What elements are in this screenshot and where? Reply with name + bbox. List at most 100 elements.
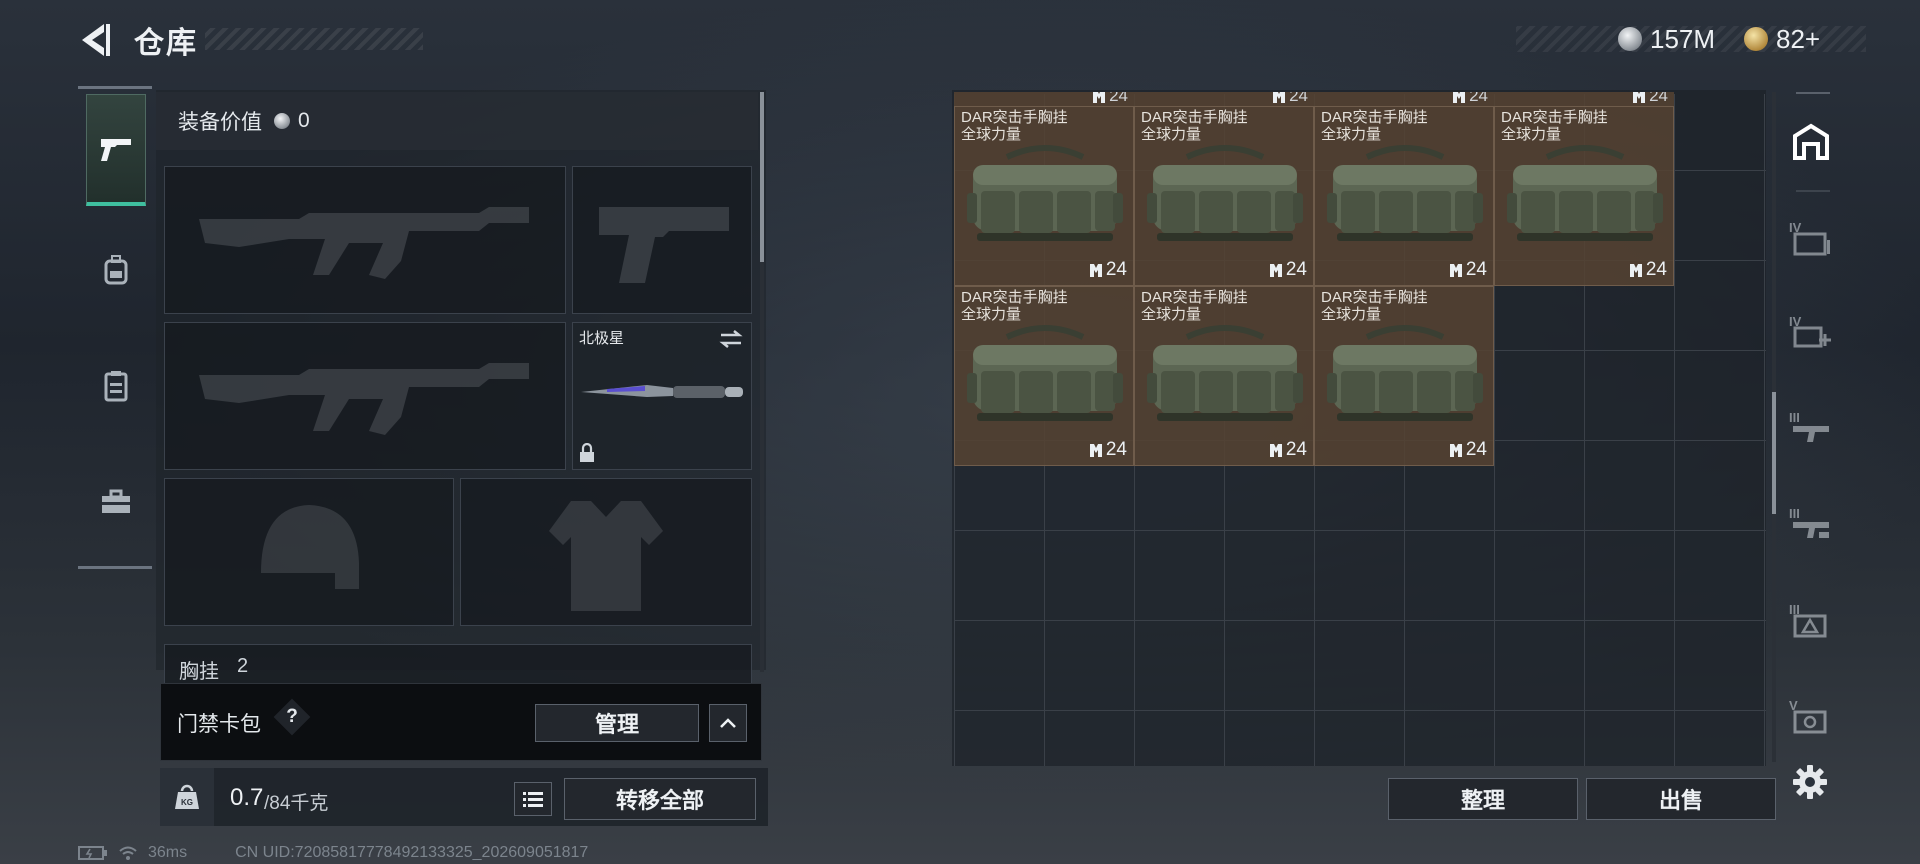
transfer-all-button[interactable]: 转移全部 (564, 778, 756, 820)
chest-rig-bag-image (1327, 325, 1483, 421)
durability-icon (1449, 264, 1462, 277)
page-title: 仓库 (134, 27, 198, 60)
list-view-button[interactable] (514, 782, 552, 816)
item-subtitle: 全球力量 (1501, 126, 1562, 143)
item-count-value: 24 (1649, 92, 1668, 105)
swap-icon[interactable] (719, 329, 743, 349)
tab-container-v[interactable]: V (1784, 670, 1838, 762)
pistol-silhouette-icon (599, 207, 729, 283)
item-count: 24 (1089, 259, 1127, 281)
inventory-item-card[interactable]: DAR突击手胸挂 全球力量 24 (1314, 286, 1494, 466)
melee-weapon-name: 北极星 (579, 330, 625, 347)
inventory-item-card-partial[interactable]: 24 (1134, 92, 1314, 106)
primary-weapon-slot-2[interactable] (164, 322, 566, 470)
chest-rig-bag-image (967, 325, 1123, 421)
chest-rig-section[interactable]: 胸挂 2 (164, 644, 752, 684)
chest-rig-count: 2 (237, 655, 249, 677)
inventory-scrollbar-thumb[interactable] (1772, 392, 1776, 514)
backpack-icon (104, 255, 128, 285)
item-count-value: 24 (1285, 439, 1307, 460)
inventory-item-card[interactable]: DAR突击手胸挂 全球力量 24 (1314, 106, 1494, 286)
ammo-case-icon: III (1789, 602, 1827, 638)
armor-silhouette-icon (549, 501, 663, 611)
weight-current: 0.7 (230, 784, 264, 811)
manage-button[interactable]: 管理 (535, 704, 699, 742)
equipment-value-label: 装备价值 (178, 111, 262, 134)
durability-icon (1273, 92, 1286, 103)
helmet-silhouette-icon (261, 505, 359, 589)
item-count: 24 (1629, 259, 1667, 281)
item-count: 24 (1269, 259, 1307, 281)
helmet-slot[interactable] (164, 478, 454, 626)
melee-slot[interactable]: 北极星 (572, 322, 752, 470)
sell-button[interactable]: 出售 (1586, 778, 1776, 820)
item-count-value: 24 (1469, 92, 1488, 105)
svg-text:III: III (1789, 410, 1800, 425)
tab-container-iii-b[interactable]: III (1784, 478, 1838, 570)
rail-tab-weapons[interactable] (86, 94, 146, 206)
tab-container-iii-c[interactable]: III (1784, 574, 1838, 666)
weight-max: /84千克 (264, 793, 329, 814)
item-count-value: 24 (1105, 259, 1127, 280)
sell-button-label: 出售 (1658, 788, 1703, 813)
settings-button[interactable] (1790, 762, 1830, 802)
durability-icon (1633, 92, 1646, 103)
item-subtitle: 全球力量 (1321, 126, 1382, 143)
equipment-value-row: 装备价值 0 (156, 92, 758, 150)
battery-icon (78, 846, 107, 860)
gold-currency[interactable]: 82+ (1744, 20, 1820, 58)
chest-rig-label: 胸挂 (179, 661, 219, 683)
item-name: DAR突击手胸挂 (961, 289, 1068, 306)
inventory-item-card[interactable]: DAR突击手胸挂 全球力量 24 (954, 286, 1134, 466)
item-name: DAR突击手胸挂 (1321, 109, 1428, 126)
tab-warehouse[interactable] (1784, 96, 1838, 188)
list-icon (523, 792, 543, 807)
inventory-item-card[interactable]: DAR突击手胸挂 全球力量 24 (954, 106, 1134, 286)
gold-coin-icon (1744, 27, 1768, 51)
ping-value: 36ms (148, 844, 188, 861)
item-count: 24 (1272, 92, 1308, 106)
vest-icon (104, 371, 128, 402)
tab-container-iv-b[interactable]: IV (1784, 286, 1838, 378)
item-count-value: 24 (1289, 92, 1308, 105)
item-subtitle: 全球力量 (1141, 126, 1202, 143)
sort-button[interactable]: 整理 (1388, 778, 1578, 820)
chest-rig-bag-image (1507, 145, 1663, 241)
equipment-scrollbar-thumb[interactable] (760, 92, 764, 262)
inventory-item-card[interactable]: DAR突击手胸挂 全球力量 24 (1494, 106, 1674, 286)
rail-tab-backpack[interactable] (86, 214, 146, 326)
primary-weapon-slot-1[interactable] (164, 166, 566, 314)
warehouse-icon (1793, 123, 1829, 160)
rail-tab-toolbox[interactable] (86, 446, 146, 558)
silver-currency[interactable]: 157M (1618, 20, 1715, 58)
armor-slot[interactable] (460, 478, 752, 626)
help-label: ? (286, 706, 298, 727)
weight-badge: KG (160, 768, 214, 826)
safe-case-icon: V (1789, 698, 1827, 734)
inventory-item-card[interactable]: DAR突击手胸挂 全球力量 24 (1134, 106, 1314, 286)
tab-container-iv-a[interactable]: IV (1784, 192, 1838, 284)
inventory-item-card-partial[interactable]: 24 (1314, 92, 1494, 106)
tab-container-iii-a[interactable]: III (1784, 382, 1838, 474)
wifi-icon (119, 846, 137, 860)
medical-container-icon: IV (1789, 314, 1831, 348)
expand-button[interactable] (709, 704, 747, 742)
back-arrow-icon[interactable] (76, 20, 112, 60)
item-count-value: 24 (1465, 439, 1487, 460)
pistol-slot[interactable] (572, 166, 752, 314)
weight-bar: KG 0.7 /84千克 转移全部 (160, 768, 768, 826)
rail-divider-bottom (78, 566, 152, 569)
rail-divider-top (78, 86, 152, 89)
status-bar: 36ms CN UID:72085817778492133325_2026090… (78, 843, 588, 863)
item-name: DAR突击手胸挂 (1501, 109, 1608, 126)
item-count: 24 (1092, 92, 1128, 106)
rail-tab-vest[interactable] (86, 330, 146, 442)
sort-button-label: 整理 (1460, 788, 1505, 813)
rifle-silhouette-icon (199, 207, 529, 279)
item-count-value: 24 (1285, 259, 1307, 280)
knife-image (581, 385, 743, 398)
inventory-item-card-partial[interactable]: 24 (954, 92, 1134, 106)
inventory-item-card-partial[interactable]: 24 (1494, 92, 1674, 106)
inventory-item-card[interactable]: DAR突击手胸挂 全球力量 24 (1134, 286, 1314, 466)
durability-icon (1089, 264, 1102, 277)
